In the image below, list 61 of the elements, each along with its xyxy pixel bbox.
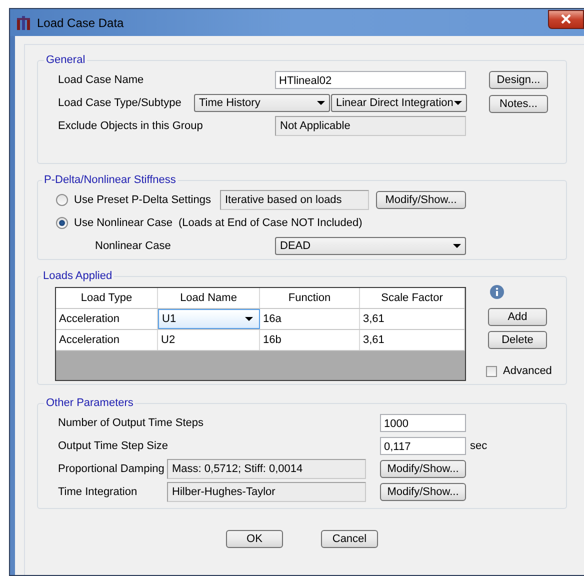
column-header: Load Type [56,288,158,308]
field-label: Nonlinear Case [95,240,172,252]
field-label: Proportional Damping [58,462,166,474]
table-cell: Acceleration [56,330,158,350]
group-title: Loads Applied [42,270,114,282]
unit-label: sec [470,440,488,452]
radio-button[interactable] [56,194,68,206]
field-label: Load Case Type/Subtype [58,96,182,108]
column-header: Load Name [158,288,260,308]
app-icon [16,14,32,30]
caret-icon [453,244,461,248]
field-label: Load Case Name [58,74,145,86]
close-icon [561,14,571,24]
info-icon [490,285,504,299]
readonly-field: Iterative based on loads [220,190,369,210]
modify-show-button[interactable]: Modify/Show... [380,482,466,500]
table-cell: U2 [158,330,260,350]
readonly-field: Hilber-Hughes-Taylor [167,482,366,502]
dialog-button[interactable]: Cancel [321,530,378,548]
text-field[interactable]: HTlineal02 [275,70,466,88]
table-row[interactable]: Acceleration U1 16a 3,61 [56,309,465,330]
column-header: Scale Factor [360,288,465,308]
dialog-button[interactable]: Design... [489,71,548,89]
close-button[interactable] [548,10,584,28]
group-title: General [45,54,86,66]
table-cell: 16a [260,309,360,329]
dialog-button[interactable]: Notes... [489,95,548,113]
text-field[interactable]: 1000 [380,414,466,432]
field-label: Exclude Objects in this Group [58,120,204,132]
caret-icon [454,100,462,104]
radio-button[interactable] [56,216,68,228]
dropdown[interactable]: Time History [194,94,330,112]
option-note: (Loads at End of Case NOT Included) [178,216,362,228]
dialog-button[interactable]: OK [226,530,283,548]
dropdown[interactable]: DEAD [275,236,466,254]
table-cell: 3,61 [360,309,465,329]
table-row[interactable]: Acceleration U2 16b 3,61 [56,330,465,351]
checkbox-label[interactable]: Advanced [503,365,552,377]
readonly-field: Mass: 0,5712; Stiff: 0,0014 [167,458,366,478]
readonly-field: Not Applicable [275,116,466,136]
checkbox[interactable] [486,366,497,376]
caret-icon [245,317,253,321]
text-field[interactable]: 0,117 [380,436,466,454]
dialog-button[interactable]: Delete [488,331,547,349]
field-label: Time Integration [58,486,138,498]
field-label: Number of Output Time Steps [58,416,205,428]
dialog-button[interactable]: Add [488,308,547,326]
group-title: P-Delta/Nonlinear Stiffness [43,174,177,186]
option-label[interactable]: Use Preset P-Delta Settings [74,194,220,206]
window-title: Load Case Data [37,16,124,30]
field-label: Output Time Step Size [58,440,170,452]
modify-show-button[interactable]: Modify/Show... [380,460,466,478]
cell-dropdown[interactable]: U1 [158,309,260,329]
dropdown[interactable]: Linear Direct Integration [331,94,467,112]
modify-show-button[interactable]: Modify/Show... [376,190,466,208]
option-label[interactable]: Use Nonlinear Case [74,216,172,228]
caret-icon [317,100,325,104]
group-title: Other Parameters [45,397,134,409]
table-cell: 3,61 [360,330,465,350]
column-header: Function [260,288,360,308]
table-cell: 16b [260,330,360,350]
